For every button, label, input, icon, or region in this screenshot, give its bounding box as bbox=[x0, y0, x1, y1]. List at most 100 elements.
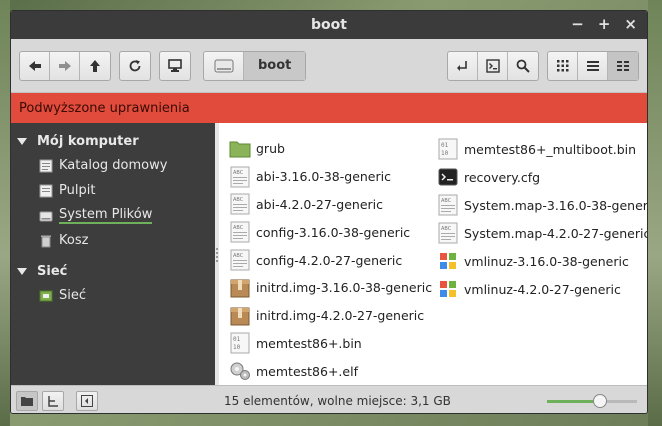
maximize-button[interactable]: + bbox=[598, 15, 611, 33]
sidebar-section-network[interactable]: Sieć bbox=[11, 259, 215, 283]
home-folder-icon bbox=[39, 159, 53, 172]
file-name: memtest86+.bin bbox=[256, 335, 362, 351]
sidebar-section-computer[interactable]: Mój komputer bbox=[11, 129, 215, 153]
svg-text:ABC: ABC bbox=[441, 198, 452, 204]
file-item[interactable]: vmlinuz-4.2.0-27-generic bbox=[437, 275, 647, 303]
windows-exe-icon bbox=[440, 253, 456, 269]
compact-view-button[interactable] bbox=[608, 51, 638, 80]
pane-splitter[interactable] bbox=[215, 123, 219, 385]
search-icon bbox=[516, 59, 530, 73]
file-item[interactable]: 01 10 memtest86+_multiboot.bin bbox=[437, 135, 647, 163]
file-name: recovery.cfg bbox=[464, 169, 541, 185]
list-view-icon bbox=[586, 60, 599, 71]
computer-group bbox=[159, 50, 191, 81]
sidebar-item-label: Pulpit bbox=[59, 183, 96, 198]
sidebar-item-filesystem[interactable]: System Plików bbox=[11, 203, 215, 228]
reload-button[interactable] bbox=[120, 52, 150, 80]
sidebar-item-network[interactable]: Sieć bbox=[11, 283, 215, 308]
path-segment-boot[interactable]: boot bbox=[244, 51, 306, 80]
file-item[interactable]: ABC abi-4.2.0-27-generic bbox=[229, 191, 425, 219]
forward-button[interactable] bbox=[50, 51, 80, 80]
file-name: System.map-4.2.0-27-generic bbox=[464, 225, 648, 241]
file-item[interactable]: ABC abi-3.16.0-38-generic bbox=[229, 163, 425, 191]
status-text: 15 elementów, wolne miejsce: 3,1 GB bbox=[224, 393, 451, 408]
desktop-background-left bbox=[0, 0, 10, 426]
arrow-right-icon bbox=[58, 60, 71, 71]
computer-button[interactable] bbox=[160, 52, 190, 80]
expander-triangle-icon bbox=[17, 137, 27, 145]
file-name: initrd.img-3.16.0-38-generic bbox=[256, 280, 433, 296]
tree-icon bbox=[48, 395, 58, 407]
navigation-group bbox=[19, 50, 111, 81]
file-item[interactable]: memtest86+.elf bbox=[229, 357, 425, 385]
desktop-icon bbox=[39, 184, 53, 197]
archive-icon bbox=[230, 279, 250, 298]
file-name: vmlinuz-3.16.0-38-generic bbox=[464, 253, 629, 269]
file-item[interactable]: 01 10 memtest86+.bin bbox=[229, 329, 425, 357]
zoom-knob[interactable] bbox=[593, 394, 607, 408]
drive-icon bbox=[214, 59, 233, 72]
hide-sidebar-button[interactable] bbox=[76, 390, 98, 411]
show-tree-button[interactable] bbox=[42, 390, 64, 411]
file-name: abi-4.2.0-27-generic bbox=[256, 196, 384, 212]
trash-icon bbox=[41, 235, 51, 247]
file-item[interactable]: ABC System.map-4.2.0-27-generic bbox=[437, 219, 647, 247]
file-name: memtest86+_multiboot.bin bbox=[464, 141, 637, 157]
back-button[interactable] bbox=[20, 51, 50, 80]
titlebar[interactable]: boot − + × bbox=[11, 11, 647, 39]
search-button[interactable] bbox=[508, 52, 538, 80]
file-item[interactable]: ABC System.map-3.16.0-38-generic bbox=[437, 191, 647, 219]
script-icon bbox=[438, 168, 458, 186]
toolbar: boot bbox=[11, 39, 647, 93]
sidebar-toggle-icon bbox=[81, 394, 93, 407]
text-file-icon: ABC bbox=[438, 222, 458, 244]
svg-text:01: 01 bbox=[233, 336, 241, 343]
sidebar-item-trash[interactable]: Kosz bbox=[11, 228, 215, 253]
svg-text:ABC: ABC bbox=[441, 226, 452, 232]
window-title: boot bbox=[311, 17, 347, 33]
file-item[interactable]: grub bbox=[229, 135, 425, 163]
file-item[interactable]: recovery.cfg bbox=[437, 163, 647, 191]
list-view-button[interactable] bbox=[578, 51, 608, 80]
text-file-icon: ABC bbox=[230, 166, 250, 188]
text-file-icon: ABC bbox=[230, 221, 250, 243]
computer-icon bbox=[168, 58, 182, 72]
file-item[interactable]: initrd.img-3.16.0-38-generic bbox=[229, 274, 432, 302]
sidebar-item-label: Sieć bbox=[59, 288, 87, 303]
path-bar: boot bbox=[203, 50, 307, 81]
file-name: config-4.2.0-27-generic bbox=[256, 252, 403, 268]
zoom-slider[interactable] bbox=[547, 394, 637, 408]
svg-text:01: 01 bbox=[441, 142, 449, 149]
sidebar-item-label: Katalog domowy bbox=[59, 158, 168, 173]
text-file-icon: ABC bbox=[438, 194, 458, 216]
content-area: Mój komputer Katalog domowy Pulpit Syste… bbox=[11, 123, 647, 385]
sidebar-item-desktop[interactable]: Pulpit bbox=[11, 178, 215, 203]
expander-triangle-icon bbox=[17, 267, 27, 275]
banner-text: Podwyższone uprawnienia bbox=[19, 100, 190, 116]
folder-icon bbox=[229, 141, 251, 158]
toggle-location-button[interactable] bbox=[448, 51, 478, 80]
path-root-button[interactable] bbox=[204, 51, 244, 80]
terminal-button[interactable] bbox=[478, 51, 508, 80]
sidebar-item-home[interactable]: Katalog domowy bbox=[11, 153, 215, 178]
file-item[interactable]: ABC config-4.2.0-27-generic bbox=[229, 246, 425, 274]
minimize-button[interactable]: − bbox=[571, 15, 584, 33]
executable-icon bbox=[230, 362, 250, 381]
file-item[interactable]: vmlinuz-3.16.0-38-generic bbox=[437, 247, 647, 275]
svg-text:ABC: ABC bbox=[233, 253, 244, 259]
svg-text:ABC: ABC bbox=[233, 225, 244, 231]
svg-text:10: 10 bbox=[441, 150, 449, 157]
sidebar-item-label: System Plików bbox=[59, 207, 153, 224]
binary-file-icon: 0110 bbox=[438, 138, 458, 160]
file-item[interactable]: ABC config-3.16.0-38-generic bbox=[229, 218, 425, 246]
file-name: System.map-3.16.0-38-generic bbox=[464, 197, 648, 213]
show-places-button[interactable] bbox=[16, 390, 38, 411]
arrow-left-icon bbox=[28, 60, 41, 71]
file-name: config-3.16.0-38-generic bbox=[256, 224, 411, 240]
icon-view-button[interactable] bbox=[548, 51, 578, 80]
file-name: vmlinuz-4.2.0-27-generic bbox=[464, 281, 621, 297]
up-button[interactable] bbox=[80, 52, 110, 80]
file-item[interactable]: initrd.img-4.2.0-27-generic bbox=[229, 302, 425, 330]
svg-text:ABC: ABC bbox=[233, 197, 244, 203]
close-button[interactable]: × bbox=[624, 15, 637, 33]
